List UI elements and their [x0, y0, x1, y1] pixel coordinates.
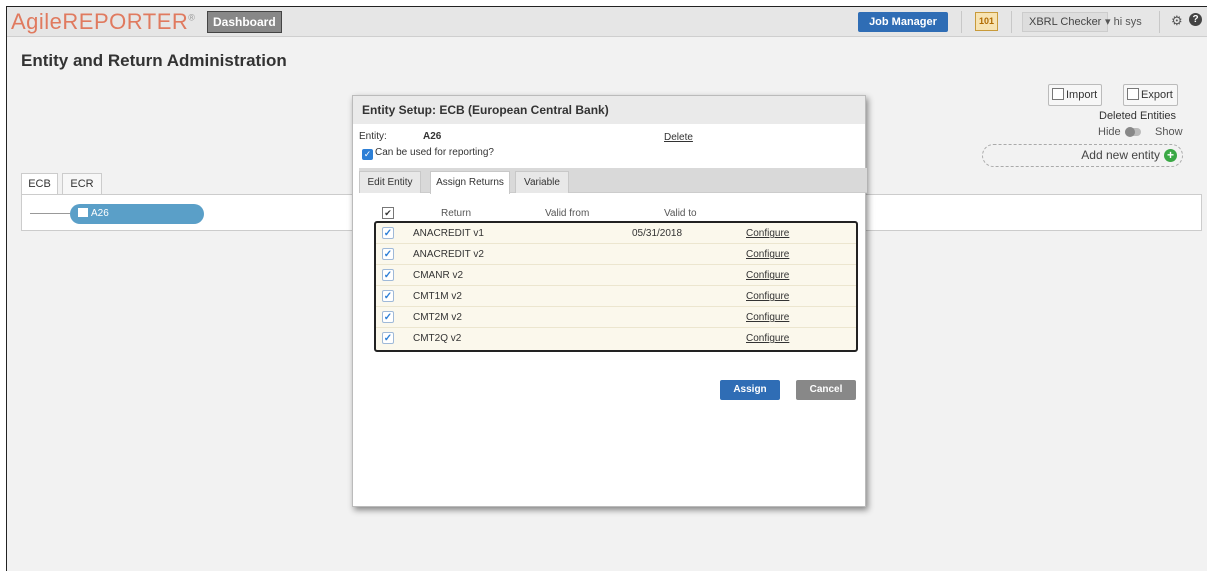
add-entity-label: Add new entity	[1081, 148, 1160, 162]
row-checkbox[interactable]: ✓	[382, 290, 394, 302]
user-menu[interactable]: ▾ hi sys	[1105, 12, 1142, 32]
return-name: CMT2Q v2	[413, 333, 462, 344]
brand-name: AgileREPORTER	[11, 9, 189, 34]
delete-link[interactable]: Delete	[664, 132, 693, 143]
cancel-button[interactable]: Cancel	[796, 380, 856, 400]
export-icon	[1127, 88, 1139, 100]
assign-button[interactable]: Assign	[720, 380, 780, 400]
select-all-checkbox[interactable]: ✔	[382, 207, 394, 219]
row-checkbox[interactable]: ✓	[382, 227, 394, 239]
import-label: Import	[1066, 89, 1098, 101]
row-checkbox[interactable]: ✓	[382, 248, 394, 260]
return-name: ANACREDIT v2	[413, 249, 484, 260]
list-icon	[78, 208, 88, 217]
column-header-valid-from: Valid from	[545, 208, 590, 219]
return-name: CMANR v2	[413, 270, 464, 281]
can-report-label: Can be used for reporting?	[375, 147, 494, 158]
configure-link[interactable]: Configure	[746, 228, 789, 239]
dashboard-button[interactable]: Dashboard	[207, 11, 282, 33]
divider	[1011, 11, 1012, 33]
configure-link[interactable]: Configure	[746, 249, 789, 260]
column-header-return: Return	[441, 208, 472, 219]
table-row: ✓ ANACREDIT v2 Configure	[376, 244, 856, 265]
divider	[961, 11, 962, 33]
row-checkbox[interactable]: ✓	[382, 311, 394, 323]
show-label: Show	[1155, 126, 1183, 138]
return-name: CMT1M v2	[413, 291, 462, 302]
top-bar: AgileREPORTER® Dashboard Job Manager 101…	[7, 7, 1207, 37]
can-report-row[interactable]: ✓ Can be used for reporting?	[362, 147, 494, 160]
export-label: Export	[1141, 89, 1173, 101]
tab-variable[interactable]: Variable	[515, 171, 569, 193]
table-row: ✓ CMANR v2 Configure	[376, 265, 856, 286]
entity-setup-dialog: Entity Setup: ECB (European Central Bank…	[352, 95, 867, 507]
table-row: ✓ CMT1M v2 Configure	[376, 286, 856, 307]
dialog-tab-bar: Edit Entity Assign Returns Variable	[359, 168, 867, 194]
return-name: CMT2M v2	[413, 312, 462, 323]
row-checkbox[interactable]: ✓	[382, 269, 394, 281]
returns-table: ✓ ANACREDIT v1 05/31/2018 Configure ✓ AN…	[374, 221, 858, 352]
import-icon	[1052, 88, 1064, 100]
configure-link[interactable]: Configure	[746, 270, 789, 281]
valid-to-value: 05/31/2018	[632, 228, 683, 239]
configure-link[interactable]: Configure	[746, 333, 789, 344]
plus-icon: +	[1164, 149, 1177, 162]
tab-ecb[interactable]: ECB	[21, 173, 58, 194]
table-row: ✓ CMT2Q v2 Configure	[376, 328, 856, 349]
tab-edit-entity[interactable]: Edit Entity	[359, 171, 421, 193]
return-name: ANACREDIT v1	[413, 228, 484, 239]
hide-label: Hide	[1098, 126, 1121, 138]
brand-registered-mark: ®	[188, 12, 196, 23]
info-101-icon[interactable]: 101	[975, 12, 998, 31]
deleted-entities-label: Deleted Entities	[1099, 110, 1177, 122]
add-new-entity-button[interactable]: Add new entity +	[982, 144, 1183, 167]
app-frame: AgileREPORTER® Dashboard Job Manager 101…	[6, 6, 1207, 571]
divider	[1159, 11, 1160, 33]
dialog-header: Entity Setup: ECB (European Central Bank…	[353, 96, 865, 124]
tab-ecr[interactable]: ECR	[62, 173, 102, 194]
tree-node-a26[interactable]: A26	[70, 204, 204, 224]
configure-link[interactable]: Configure	[746, 291, 789, 302]
page-title: Entity and Return Administration	[21, 51, 287, 70]
gear-icon[interactable]: ⚙	[1171, 13, 1183, 29]
configure-link[interactable]: Configure	[746, 312, 789, 323]
deleted-entities-toggle[interactable]	[1125, 127, 1141, 137]
help-icon[interactable]: ?	[1189, 13, 1202, 26]
entity-value: A26	[423, 131, 442, 142]
entity-label: Entity:	[359, 131, 387, 142]
dialog-title: Entity Setup: ECB (European Central Bank…	[362, 103, 609, 117]
tab-assign-returns[interactable]: Assign Returns	[430, 171, 510, 194]
tree-connector	[30, 213, 70, 214]
xbrl-checker-button[interactable]: XBRL Checker	[1022, 12, 1109, 32]
table-row: ✓ ANACREDIT v1 05/31/2018 Configure	[376, 223, 856, 244]
column-header-valid-to: Valid to	[664, 208, 697, 219]
job-manager-button[interactable]: Job Manager	[858, 12, 948, 32]
tree-node-label: A26	[91, 208, 109, 219]
table-row: ✓ CMT2M v2 Configure	[376, 307, 856, 328]
brand-logo[interactable]: AgileREPORTER®	[11, 9, 195, 35]
row-checkbox[interactable]: ✓	[382, 332, 394, 344]
import-button[interactable]: Import	[1048, 84, 1103, 106]
can-report-checkbox[interactable]: ✓	[362, 149, 373, 160]
export-button[interactable]: Export	[1123, 84, 1178, 106]
